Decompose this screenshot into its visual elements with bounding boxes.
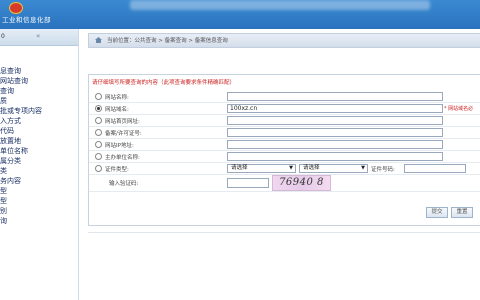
field-label: 网站域名: xyxy=(105,107,129,113)
form-row-site-name: 网站名称: xyxy=(89,91,480,103)
query-form: 请仔细填写所要查询的内容（此项查询要求条件精确匹配） 网站名称: 网站域名: 1… xyxy=(88,74,480,226)
sidebar-item[interactable]: 入方式 xyxy=(0,116,78,126)
collapse-chevron-icon[interactable]: « xyxy=(36,32,40,40)
field-label: 网站名称: xyxy=(105,95,129,101)
sidebar-item[interactable]: 代码 xyxy=(0,126,78,136)
homepage-input[interactable] xyxy=(227,116,443,125)
form-row-sponsor: 主办单位名称: xyxy=(89,151,480,163)
radio-homepage[interactable] xyxy=(95,117,102,124)
field-label: 网站IP地址: xyxy=(105,143,134,149)
sidebar-item[interactable]: 网站查询 xyxy=(0,76,78,86)
sidebar-item[interactable]: 型 xyxy=(0,186,78,196)
national-emblem-icon xyxy=(9,2,23,14)
form-row-captcha: 输入验证码: 76940 8 xyxy=(89,175,480,192)
domain-input[interactable]: 100xz.cn xyxy=(227,104,443,113)
captcha-image[interactable]: 76940 8 xyxy=(272,175,331,191)
sidebar-item[interactable]: 放置地 xyxy=(0,136,78,146)
radio-sponsor[interactable] xyxy=(95,153,102,160)
radio-cert[interactable] xyxy=(95,165,102,172)
sidebar-header-label: 0 xyxy=(1,33,5,40)
cert-type-select-1[interactable]: 请选择 ▼ xyxy=(227,164,296,173)
license-input[interactable] xyxy=(227,128,443,137)
select-value: 请选择 xyxy=(231,165,248,171)
sidebar-item[interactable]: 型 xyxy=(0,196,78,206)
form-row-domain: 网站域名: 100xz.cn * 网站域名必 xyxy=(89,103,480,115)
sidebar-item[interactable]: 别 xyxy=(0,206,78,216)
field-label: 网站首页网址: xyxy=(105,119,140,125)
ip-input[interactable] xyxy=(227,140,443,149)
sidebar-item[interactable]: 务内容 xyxy=(0,176,78,186)
captcha-label: 输入验证码: xyxy=(109,181,139,187)
form-row-cert: 证件类型: 请选择 ▼ 请选择 ▼ 证件号码: xyxy=(89,163,480,175)
sidebar-item[interactable]: 查询 xyxy=(0,86,78,96)
home-icon[interactable] xyxy=(95,37,102,43)
cert-number-input[interactable] xyxy=(404,164,466,173)
form-row-ip: 网站IP地址: xyxy=(89,139,480,151)
site-name-input[interactable] xyxy=(227,92,443,101)
site-title-banner xyxy=(130,0,430,10)
sidebar-item[interactable]: 询 xyxy=(0,216,78,226)
select-value: 请选择 xyxy=(303,165,320,171)
radio-site-name[interactable] xyxy=(95,93,102,100)
chevron-down-icon: ▼ xyxy=(289,165,293,171)
org-name: 工业和信息化部 xyxy=(2,16,51,24)
form-row-homepage: 网站首页网址: xyxy=(89,115,480,127)
submit-button[interactable]: 提交 xyxy=(426,207,448,218)
cert-number-label: 证件号码: xyxy=(371,167,395,173)
divider xyxy=(88,232,480,233)
radio-ip[interactable] xyxy=(95,141,102,148)
sidebar-item[interactable]: 属分类 xyxy=(0,156,78,166)
sidebar-item[interactable]: 息查询 xyxy=(0,66,78,76)
radio-domain[interactable] xyxy=(95,105,102,112)
sidebar-item[interactable]: 类 xyxy=(0,166,78,176)
form-notice: 请仔细填写所要查询的内容（此项查询要求条件精确匹配） xyxy=(92,80,236,86)
form-row-license: 备案/许可证号: xyxy=(89,127,480,139)
radio-license[interactable] xyxy=(95,129,102,136)
chevron-down-icon: ▼ xyxy=(361,165,365,171)
sidebar-item[interactable]: 批或专项内容 xyxy=(0,106,78,116)
captcha-input[interactable] xyxy=(227,178,269,188)
sidebar: 0 « 息查询 网站查询 查询 质 批或专项内容 入方式 代码 放置地 单位名称… xyxy=(0,29,79,300)
breadcrumb: 当前位置：公共查询 > 备案查询 > 备案信息查询 xyxy=(88,33,480,48)
sponsor-input[interactable] xyxy=(227,152,443,161)
sidebar-menu: 息查询 网站查询 查询 质 批或专项内容 入方式 代码 放置地 单位名称 属分类… xyxy=(0,66,78,226)
sidebar-header: 0 « xyxy=(0,29,78,46)
field-label: 证件类型: xyxy=(105,167,129,173)
sidebar-item[interactable]: 质 xyxy=(0,96,78,106)
domain-hint: * 网站域名必 xyxy=(444,106,474,112)
cert-type-select-2[interactable]: 请选择 ▼ xyxy=(299,164,368,173)
field-label: 主办单位名称: xyxy=(105,155,140,161)
header-banner: 工业和信息化部 xyxy=(0,0,480,29)
reset-button[interactable]: 重置 xyxy=(451,207,473,218)
sidebar-item[interactable]: 单位名称 xyxy=(0,146,78,156)
breadcrumb-text: 当前位置：公共查询 > 备案查询 > 备案信息查询 xyxy=(107,38,228,44)
field-label: 备案/许可证号: xyxy=(105,131,142,137)
